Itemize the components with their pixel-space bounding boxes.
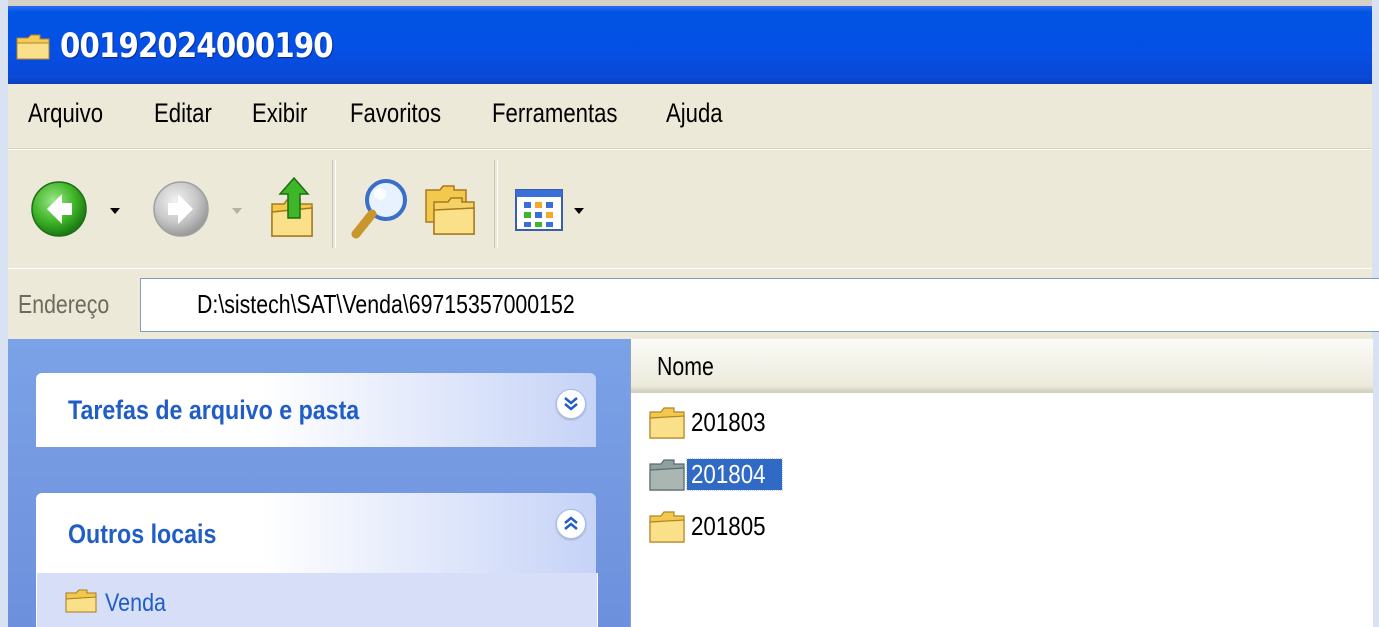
expand-chevron-icon[interactable] bbox=[556, 389, 586, 419]
title-bar[interactable]: 00192024000190 bbox=[8, 6, 1372, 84]
folder-icon bbox=[649, 459, 685, 496]
task-pane: Tarefas de arquivo e pasta Outros locais bbox=[8, 339, 630, 627]
forward-arrow-icon bbox=[152, 181, 210, 242]
folder-icon bbox=[65, 589, 97, 620]
folders-icon bbox=[422, 185, 478, 242]
views-icon bbox=[514, 189, 564, 236]
column-header-name[interactable]: Nome bbox=[631, 339, 1373, 393]
menu-ajuda[interactable]: Ajuda bbox=[666, 98, 723, 129]
search-button[interactable] bbox=[348, 176, 412, 247]
folder-icon bbox=[16, 34, 50, 60]
window-title: 00192024000190 bbox=[60, 26, 334, 66]
menu-favoritos[interactable]: Favoritos bbox=[350, 98, 441, 129]
address-label: Endereço bbox=[18, 289, 110, 319]
toolbar-separator bbox=[494, 160, 498, 248]
folder-icon bbox=[649, 407, 685, 444]
folder-icon bbox=[649, 511, 685, 548]
toolbar-separator bbox=[332, 160, 336, 248]
panel-other-places-body: Venda bbox=[36, 573, 598, 627]
place-link-label[interactable]: Venda bbox=[105, 589, 166, 618]
panel-file-tasks[interactable]: Tarefas de arquivo e pasta bbox=[36, 373, 596, 447]
panel-other-places-title[interactable]: Outros locais bbox=[68, 519, 216, 550]
panel-other-places[interactable]: Outros locais bbox=[36, 493, 596, 573]
back-dropdown-icon[interactable] bbox=[110, 208, 120, 214]
panel-file-tasks-title[interactable]: Tarefas de arquivo e pasta bbox=[68, 395, 359, 426]
toolbar bbox=[8, 149, 1372, 269]
folder-name[interactable]: 201805 bbox=[687, 511, 782, 542]
back-button[interactable] bbox=[30, 180, 88, 243]
collapse-chevron-icon[interactable] bbox=[556, 509, 586, 539]
menu-exibir[interactable]: Exibir bbox=[252, 98, 307, 129]
views-button[interactable] bbox=[514, 188, 564, 237]
address-field[interactable]: D:\sistech\SAT\Venda\69715357000152 bbox=[140, 278, 1379, 332]
explorer-window: 00192024000190 Arquivo Editar Exibir Fav… bbox=[0, 0, 1379, 627]
menu-ferramentas[interactable]: Ferramentas bbox=[492, 98, 618, 129]
address-bar: Endereço D:\sistech\SAT\Venda\6971535700… bbox=[8, 268, 1379, 339]
menu-editar[interactable]: Editar bbox=[154, 98, 212, 129]
folder-name-selected[interactable]: 201804 bbox=[686, 458, 783, 491]
forward-button[interactable] bbox=[152, 180, 210, 243]
folders-button[interactable] bbox=[422, 182, 478, 243]
views-dropdown-icon[interactable] bbox=[574, 208, 584, 214]
window-border-left bbox=[0, 0, 8, 627]
folder-name[interactable]: 201803 bbox=[687, 407, 782, 438]
column-name-label: Nome bbox=[657, 351, 714, 381]
back-arrow-icon bbox=[30, 181, 88, 242]
up-button[interactable] bbox=[266, 174, 318, 245]
address-value[interactable]: D:\sistech\SAT\Venda\69715357000152 bbox=[197, 289, 575, 320]
file-list[interactable]: Nome 201803 201804 201805 bbox=[630, 339, 1373, 627]
search-magnifier-icon bbox=[348, 179, 412, 246]
folder-up-icon bbox=[266, 176, 318, 244]
menu-arquivo[interactable]: Arquivo bbox=[28, 98, 103, 129]
place-link-venda[interactable]: Venda bbox=[65, 589, 176, 620]
forward-dropdown-icon[interactable] bbox=[232, 208, 242, 214]
menu-bar: Arquivo Editar Exibir Favoritos Ferramen… bbox=[8, 84, 1372, 149]
